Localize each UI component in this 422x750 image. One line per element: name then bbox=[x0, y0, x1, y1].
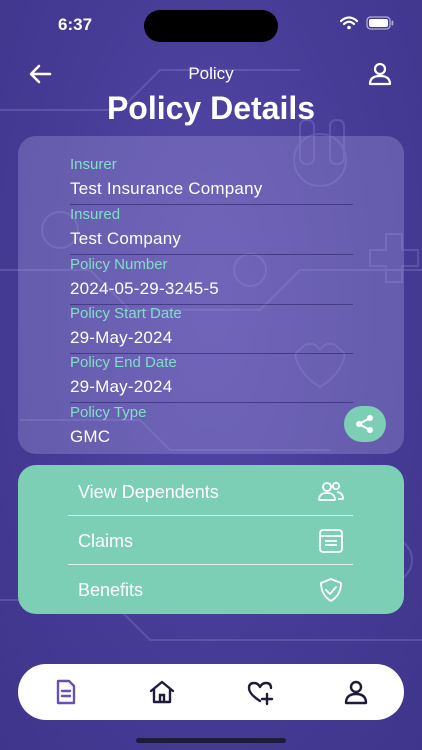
nav-profile[interactable] bbox=[342, 678, 370, 706]
share-icon bbox=[356, 415, 373, 433]
action-label: Benefits bbox=[78, 580, 144, 600]
wifi-icon bbox=[340, 16, 358, 30]
field-value: Test Insurance Company bbox=[70, 179, 263, 198]
share-button[interactable] bbox=[344, 406, 386, 442]
nav-policy[interactable] bbox=[52, 678, 80, 706]
page-title: Policy Details bbox=[106, 90, 316, 126]
home-indicator bbox=[136, 738, 286, 743]
policy-document-icon bbox=[56, 679, 76, 705]
view-dependents-button[interactable]: View Dependents bbox=[68, 467, 353, 516]
field-value: Test Company bbox=[70, 229, 182, 248]
battery-icon bbox=[366, 16, 394, 30]
policy-actions-card: View Dependents Claims Benefits bbox=[18, 465, 404, 614]
user-icon bbox=[368, 62, 392, 86]
header-title: Policy bbox=[188, 64, 234, 83]
status-time: 6:37 bbox=[58, 15, 93, 34]
field-policy-end-date: Policy End Date 29-May-2024 bbox=[70, 354, 353, 403]
profile-button[interactable] bbox=[366, 60, 394, 88]
profile-icon bbox=[344, 680, 368, 705]
action-label: View Dependents bbox=[78, 482, 219, 502]
field-value: 2024-05-29-3245-5 bbox=[70, 279, 219, 298]
field-value: 29-May-2024 bbox=[70, 328, 173, 347]
nav-home[interactable] bbox=[148, 678, 176, 706]
heart-plus-icon bbox=[247, 681, 274, 706]
field-insured: Insured Test Company bbox=[70, 206, 353, 255]
shield-check-icon bbox=[320, 578, 342, 602]
users-icon bbox=[318, 481, 344, 501]
bottom-nav bbox=[18, 664, 404, 720]
status-icons bbox=[340, 16, 394, 30]
field-label: Policy Type bbox=[70, 404, 147, 421]
field-label: Insured bbox=[70, 206, 121, 223]
field-policy-type: Policy Type GMC bbox=[70, 404, 353, 453]
field-policy-number: Policy Number 2024-05-29-3245-5 bbox=[70, 256, 353, 305]
claims-button[interactable]: Claims bbox=[68, 516, 353, 565]
action-label: Claims bbox=[78, 531, 134, 551]
claims-icon bbox=[319, 529, 343, 553]
field-label: Policy End Date bbox=[70, 354, 177, 371]
field-value: GMC bbox=[70, 427, 111, 446]
header: Policy bbox=[0, 58, 422, 92]
field-value: 29-May-2024 bbox=[70, 377, 173, 396]
home-icon bbox=[149, 680, 175, 704]
field-label: Policy Start Date bbox=[70, 305, 182, 322]
dynamic-island bbox=[144, 10, 278, 42]
benefits-button[interactable]: Benefits bbox=[68, 565, 353, 614]
policy-details-card: Insurer Test Insurance Company Insured T… bbox=[18, 136, 404, 454]
field-policy-start-date: Policy Start Date 29-May-2024 bbox=[70, 305, 353, 354]
nav-health[interactable] bbox=[246, 678, 274, 706]
field-insurer: Insurer Test Insurance Company bbox=[70, 156, 353, 205]
status-bar: 6:37 bbox=[0, 0, 422, 52]
field-label: Insurer bbox=[70, 156, 117, 173]
field-label: Policy Number bbox=[70, 256, 168, 273]
